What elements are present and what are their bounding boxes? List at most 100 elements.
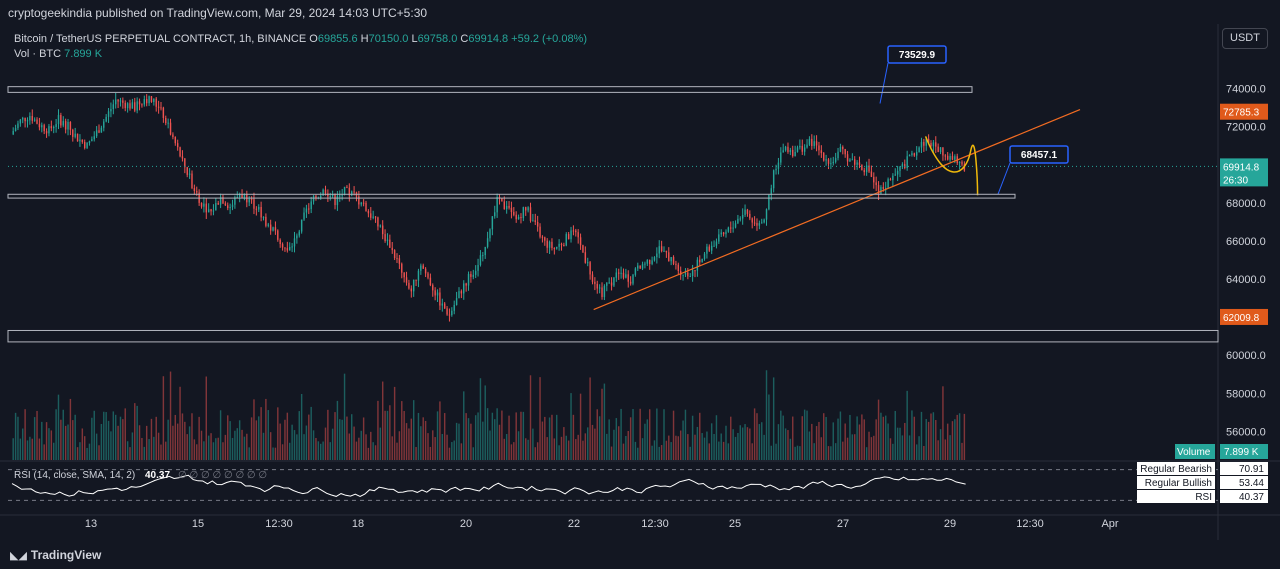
candle-body bbox=[727, 227, 730, 232]
volume-bar bbox=[703, 437, 706, 460]
volume-bar bbox=[224, 434, 227, 460]
volume-bar bbox=[143, 446, 146, 460]
candle-body bbox=[648, 259, 651, 264]
volume-bar bbox=[613, 429, 615, 460]
volume-bar bbox=[539, 377, 541, 460]
volume-bar bbox=[241, 429, 243, 460]
candle-body bbox=[527, 207, 529, 211]
volume-bar bbox=[699, 412, 701, 460]
candle-body bbox=[272, 227, 274, 231]
volume-bar bbox=[365, 434, 367, 460]
currency-unit-button[interactable]: USDT bbox=[1222, 28, 1268, 49]
volume-bar bbox=[138, 425, 141, 460]
time-tick-label: 18 bbox=[352, 518, 364, 530]
candle-body bbox=[203, 203, 205, 207]
volume-bar bbox=[811, 423, 813, 460]
candle-body bbox=[863, 170, 865, 173]
volume-bar bbox=[188, 426, 191, 460]
candle-body bbox=[699, 259, 701, 263]
legend-symbol-row: Bitcoin / TetherUS PERPETUAL CONTRACT, 1… bbox=[14, 32, 587, 47]
candle-body bbox=[186, 167, 188, 175]
legend-volume-label[interactable]: Vol · BTC bbox=[14, 48, 61, 60]
volume-bar bbox=[641, 438, 644, 460]
volume-bar bbox=[215, 438, 217, 460]
candles bbox=[12, 92, 966, 322]
candle-body bbox=[792, 149, 794, 157]
volume-bar bbox=[346, 416, 348, 460]
legend-close: 69914.8 bbox=[468, 33, 509, 45]
volume-bar bbox=[303, 434, 305, 460]
legend-symbol[interactable]: Bitcoin / TetherUS PERPETUAL CONTRACT, 1… bbox=[14, 33, 306, 45]
volume-bar bbox=[818, 421, 820, 460]
candle-body bbox=[598, 287, 601, 289]
tradingview-logo[interactable]: ◣◢ TradingView bbox=[10, 548, 101, 562]
candle-body bbox=[525, 207, 527, 211]
candle-body bbox=[107, 111, 110, 117]
volume-bar bbox=[799, 446, 801, 460]
candle-body bbox=[396, 258, 398, 260]
price-tick-label: 64000.0 bbox=[1226, 274, 1266, 286]
volume-bar bbox=[911, 410, 913, 460]
volume-bar bbox=[112, 411, 115, 460]
candle-body bbox=[823, 153, 825, 161]
volume-label: Volume bbox=[1177, 447, 1211, 458]
volume-bar bbox=[915, 444, 918, 460]
candle-body bbox=[401, 263, 403, 273]
callout-pointer bbox=[997, 162, 1011, 195]
candle-body bbox=[751, 218, 753, 223]
volume-bar bbox=[470, 423, 472, 460]
candle-body bbox=[629, 281, 632, 284]
volume-bar bbox=[293, 430, 296, 460]
candle-body bbox=[67, 121, 69, 130]
volume-bar bbox=[298, 411, 300, 460]
volume-bar bbox=[870, 437, 873, 460]
candle-body bbox=[408, 282, 410, 289]
candle-body bbox=[389, 239, 391, 248]
candle-body bbox=[193, 188, 196, 192]
candle-body bbox=[706, 246, 708, 254]
volume-bar bbox=[176, 423, 179, 460]
candle-body bbox=[510, 207, 513, 213]
candle-body bbox=[632, 274, 634, 284]
volume-bar bbox=[105, 412, 107, 460]
candle-body bbox=[262, 216, 265, 218]
candle-body bbox=[660, 246, 663, 252]
price-tick-label: 58000.0 bbox=[1226, 388, 1266, 400]
candle-body bbox=[26, 120, 29, 122]
candle-body bbox=[229, 207, 231, 209]
candle-body bbox=[334, 194, 336, 206]
candle-body bbox=[827, 159, 830, 164]
candle-body bbox=[696, 259, 699, 271]
candle-body bbox=[720, 232, 722, 235]
candle-body bbox=[79, 139, 81, 142]
candle-body bbox=[725, 231, 727, 235]
price-chart[interactable]: 74000.072000.070000.068000.066000.064000… bbox=[0, 0, 1280, 569]
volume-bar bbox=[541, 421, 544, 460]
candle-body bbox=[379, 225, 382, 227]
volume-bar bbox=[498, 424, 501, 460]
volume-bar bbox=[131, 432, 134, 460]
volume-bar bbox=[401, 401, 403, 460]
volume-bar bbox=[658, 446, 660, 460]
rsi-level-value: 53.44 bbox=[1239, 478, 1264, 489]
volume-bar bbox=[846, 437, 849, 460]
candle-body bbox=[865, 165, 868, 173]
volume-bar bbox=[827, 446, 830, 460]
candle-body bbox=[19, 119, 22, 124]
candle-body bbox=[88, 141, 91, 143]
callout-label: 73529.9 bbox=[899, 50, 936, 61]
volume-bar bbox=[317, 441, 320, 460]
volume-bar bbox=[701, 433, 703, 460]
candle-body bbox=[656, 253, 658, 258]
volume-bar bbox=[360, 430, 362, 460]
volume-bar bbox=[422, 417, 424, 460]
support-zone bbox=[7, 86, 973, 93]
volume-bar bbox=[377, 400, 379, 460]
candle-body bbox=[160, 107, 162, 109]
volume-bar bbox=[789, 438, 792, 460]
candle-body bbox=[572, 230, 575, 232]
candle-body bbox=[710, 245, 713, 251]
candle-body bbox=[24, 117, 26, 122]
candle-body bbox=[350, 191, 353, 196]
volume-bar bbox=[169, 371, 172, 460]
